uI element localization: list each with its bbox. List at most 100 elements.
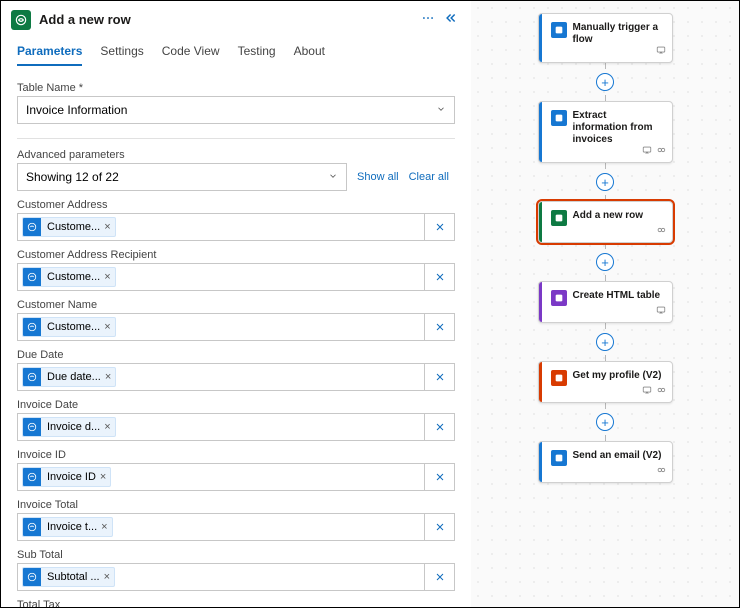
- field-label: Customer Address Recipient: [17, 249, 455, 261]
- dynamic-token[interactable]: Custome... ×: [22, 217, 116, 237]
- token-source-icon: [23, 367, 41, 387]
- field-row: Invoice t... ×: [17, 513, 455, 541]
- advanced-count-select[interactable]: Showing 12 of 22: [17, 163, 347, 191]
- token-source-icon: [23, 267, 41, 287]
- token-remove[interactable]: ×: [104, 321, 110, 333]
- table-name-select[interactable]: Invoice Information: [17, 96, 455, 124]
- token-remove[interactable]: ×: [101, 521, 107, 533]
- clear-field-button[interactable]: [425, 463, 455, 491]
- step-title: Extract information from invoices: [573, 110, 664, 146]
- field-label: Invoice ID: [17, 449, 455, 461]
- field-label: Customer Address: [17, 199, 455, 211]
- tab-code-view[interactable]: Code View: [162, 40, 220, 66]
- token-text: Invoice ID: [47, 471, 96, 483]
- divider: [17, 138, 455, 139]
- field-input[interactable]: Custome... ×: [17, 263, 425, 291]
- tab-bar: Parameters Settings Code View Testing About: [1, 34, 471, 66]
- clear-all-link[interactable]: Clear all: [409, 171, 449, 183]
- token-remove[interactable]: ×: [105, 371, 111, 383]
- panel-scroll[interactable]: Table Name * Invoice Information Advance…: [1, 66, 471, 607]
- collapse-button[interactable]: [439, 9, 461, 30]
- clear-field-button[interactable]: [425, 363, 455, 391]
- panel-header: Add a new row: [1, 1, 471, 34]
- link-icon: [656, 382, 666, 400]
- token-text: Invoice t...: [47, 521, 97, 533]
- add-step-button[interactable]: +: [596, 173, 614, 191]
- flow-step-card[interactable]: Send an email (V2): [538, 441, 673, 483]
- field-label: Customer Name: [17, 299, 455, 311]
- step-title: Add a new row: [573, 210, 644, 222]
- chevron-down-icon: [328, 170, 338, 184]
- field-label: Invoice Date: [17, 399, 455, 411]
- field-input[interactable]: Custome... ×: [17, 313, 425, 341]
- field-input[interactable]: Custome... ×: [17, 213, 425, 241]
- chat-icon: [642, 382, 652, 400]
- field-input[interactable]: Invoice t... ×: [17, 513, 425, 541]
- clear-field-button[interactable]: [425, 413, 455, 441]
- flow-step-card[interactable]: Get my profile (V2): [538, 361, 673, 403]
- token-source-icon: [23, 517, 41, 537]
- flow-step-card[interactable]: Extract information from invoices: [538, 101, 673, 163]
- clear-field-button[interactable]: [425, 313, 455, 341]
- link-icon: [656, 222, 666, 240]
- token-remove[interactable]: ×: [100, 471, 106, 483]
- clear-field-button[interactable]: [425, 563, 455, 591]
- token-text: Custome...: [47, 271, 100, 283]
- token-source-icon: [23, 417, 41, 437]
- show-all-link[interactable]: Show all: [357, 171, 399, 183]
- field-input[interactable]: Subtotal ...×: [17, 563, 425, 591]
- tab-about[interactable]: About: [294, 40, 325, 66]
- field-label: Due Date: [17, 349, 455, 361]
- dynamic-token[interactable]: Subtotal ...×: [22, 567, 115, 587]
- field-input[interactable]: Due date... ×: [17, 363, 425, 391]
- field-row: Custome... ×: [17, 313, 455, 341]
- more-button[interactable]: [417, 9, 439, 30]
- add-step-button[interactable]: +: [596, 73, 614, 91]
- token-source-icon: [23, 217, 41, 237]
- flow-step-card[interactable]: Create HTML table: [538, 281, 673, 323]
- add-step-button[interactable]: +: [596, 333, 614, 351]
- clear-field-button[interactable]: [425, 213, 455, 241]
- dynamic-token[interactable]: Invoice t... ×: [22, 517, 113, 537]
- field-row: Subtotal ...×: [17, 563, 455, 591]
- step-title: Get my profile (V2): [573, 370, 662, 382]
- add-step-button[interactable]: +: [596, 413, 614, 431]
- token-text: Custome...: [47, 321, 100, 333]
- clear-field-button[interactable]: [425, 263, 455, 291]
- field-input[interactable]: Invoice d...×: [17, 413, 425, 441]
- step-title: Send an email (V2): [573, 450, 662, 462]
- dynamic-token[interactable]: Due date... ×: [22, 367, 116, 387]
- token-text: Due date...: [47, 371, 101, 383]
- tab-parameters[interactable]: Parameters: [17, 40, 82, 66]
- dynamic-token[interactable]: Invoice ID ×: [22, 467, 111, 487]
- chat-icon: [656, 42, 666, 60]
- table-name-label: Table Name *: [17, 82, 455, 94]
- step-icon: [551, 210, 567, 226]
- clear-field-button[interactable]: [425, 513, 455, 541]
- flow-canvas[interactable]: Manually trigger a flow + Extract informat…: [471, 1, 739, 607]
- flow-step-card[interactable]: Add a new row: [538, 201, 673, 243]
- tab-settings[interactable]: Settings: [100, 40, 143, 66]
- token-remove[interactable]: ×: [104, 571, 110, 583]
- dynamic-token[interactable]: Invoice d...×: [22, 417, 116, 437]
- field-row: Custome... ×: [17, 263, 455, 291]
- advanced-count-value: Showing 12 of 22: [26, 170, 119, 184]
- dynamic-token[interactable]: Custome... ×: [22, 267, 116, 287]
- step-icon: [551, 290, 567, 306]
- token-remove[interactable]: ×: [104, 421, 110, 433]
- token-remove[interactable]: ×: [104, 221, 110, 233]
- token-text: Custome...: [47, 221, 100, 233]
- field-row: Invoice ID ×: [17, 463, 455, 491]
- dataverse-icon: [11, 10, 31, 30]
- add-step-button[interactable]: +: [596, 253, 614, 271]
- token-source-icon: [23, 317, 41, 337]
- field-input[interactable]: Invoice ID ×: [17, 463, 425, 491]
- step-title: Manually trigger a flow: [573, 22, 664, 46]
- flow-step-card[interactable]: Manually trigger a flow: [538, 13, 673, 63]
- panel-title: Add a new row: [39, 12, 417, 27]
- action-config-panel: Add a new row Parameters Settings Code Vie…: [1, 1, 471, 607]
- token-remove[interactable]: ×: [104, 271, 110, 283]
- link-icon: [656, 462, 666, 480]
- dynamic-token[interactable]: Custome... ×: [22, 317, 116, 337]
- tab-testing[interactable]: Testing: [238, 40, 276, 66]
